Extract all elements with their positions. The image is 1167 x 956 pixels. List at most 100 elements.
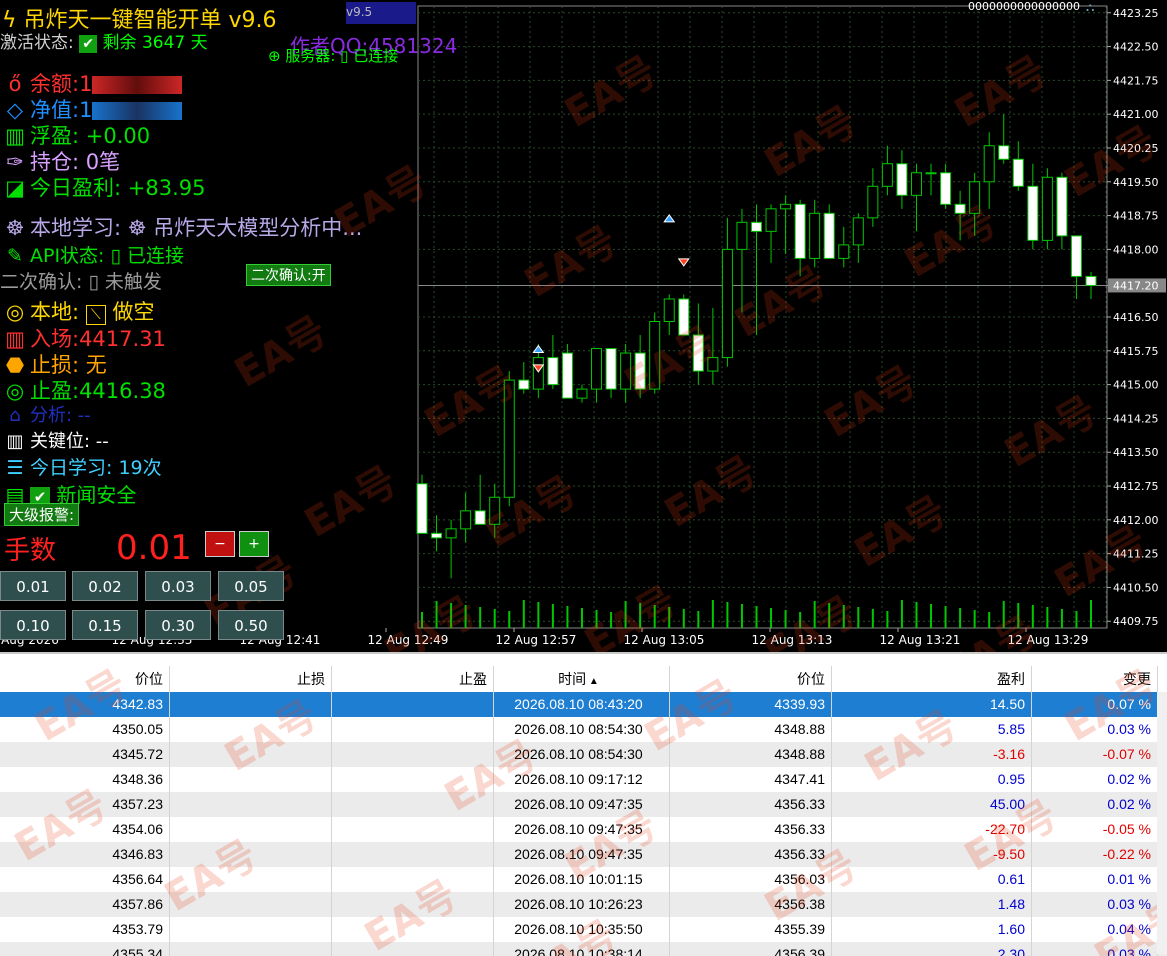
table-row[interactable]: 4357.86 2026.08.10 10:26:23 4356.38 1.48 0.0… [0, 892, 1167, 917]
server-status: 服务器: ▯ 已连接 [285, 47, 399, 65]
table-cell: 4350.05 [4, 717, 170, 742]
table-cell: 1.48 [832, 892, 1032, 917]
column-header[interactable]: 止盈 [332, 666, 494, 692]
local-signal-value: 做空 [112, 300, 155, 324]
lots-plus-button[interactable]: + [239, 531, 269, 557]
table-cell: 4347.41 [670, 767, 832, 792]
y-tick-label: 4420.25 [1113, 142, 1159, 155]
table-cell: 0.02 % [1032, 767, 1158, 792]
candle-bull [721, 248, 733, 359]
x-tick-label: 12 Aug 13:13 [752, 633, 833, 647]
column-header-label: 价位 [135, 671, 163, 687]
y-tick-label: 4413.50 [1113, 446, 1159, 459]
y-tick-label: 4410.50 [1113, 581, 1159, 594]
x-tick-label: 12 Aug 12:49 [368, 633, 449, 647]
vertical-scrollbar[interactable] [1157, 692, 1167, 954]
table-cell: 0.02 % [1032, 792, 1158, 817]
table-row[interactable]: 4342.83 2026.08.10 08:43:20 4339.93 14.50 0.… [0, 692, 1167, 717]
y-tick-label: 4415.75 [1113, 345, 1159, 358]
table-row[interactable]: 4350.05 2026.08.10 08:54:30 4348.88 5.85 0.0… [0, 717, 1167, 742]
table-cell: 2026.08.10 10:35:50 [494, 917, 670, 942]
candle-bull [663, 298, 675, 323]
y-tick-label: 4418.00 [1113, 243, 1159, 256]
candle-bear [751, 221, 762, 232]
key-level: 关键位: -- [30, 431, 109, 452]
activation-row: 激活状态: ✔ 剩余 3647 天 [0, 28, 208, 53]
table-cell: 4346.83 [4, 842, 170, 867]
column-header[interactable]: 盈利 [832, 666, 1032, 692]
lot-button-0.10[interactable]: 0.10 [0, 610, 66, 640]
candle-bull [867, 185, 879, 219]
candle-bull [707, 357, 719, 372]
candle-bull [969, 181, 981, 214]
candle-bull [910, 172, 922, 196]
lot-button-0.01[interactable]: 0.01 [0, 571, 66, 601]
trade-history-table[interactable]: 价位 止损 止盈 时间 ▲ 价位 盈利 变更 4342.83 2026.08.10 08:43… [0, 652, 1167, 956]
entry-chart-icon: ▥ [5, 327, 25, 351]
today-profit-row: ◪ 今日盈利: +83.95 [4, 172, 205, 202]
lot-button-0.02[interactable]: 0.02 [72, 571, 138, 601]
table-cell: 4356.33 [670, 792, 832, 817]
chart-window[interactable]: 4423.25 4422.50 4421.75 4421.00 4420.25 4419.… [0, 0, 1167, 652]
candle-bear [692, 334, 704, 372]
candle-bear [416, 483, 428, 534]
table-cell: -0.07 % [1032, 742, 1158, 767]
table-row[interactable]: 4357.23 2026.08.10 09:47:35 4356.33 45.00 0.… [0, 792, 1167, 817]
table-cell: 4356.03 [670, 867, 832, 892]
candle-bull [576, 388, 588, 399]
lot-button-0.50[interactable]: 0.50 [218, 610, 284, 640]
table-row[interactable]: 4345.72 2026.08.10 08:54:30 4348.88 -3.16 -0… [0, 742, 1167, 767]
lot-button-0.05[interactable]: 0.05 [218, 571, 284, 601]
learning-row: ☸ 本地学习: ☸ 吊炸天大模型分析中... [4, 212, 363, 242]
table-cell: 14.50 [832, 692, 1032, 717]
candle-bear [1070, 235, 1082, 277]
balance-value: 1 [79, 72, 93, 96]
table-row[interactable]: 4346.83 2026.08.10 09:47:35 4356.33 -9.50 -0… [0, 842, 1167, 867]
table-cell: 4357.86 [4, 892, 170, 917]
table-cell [170, 692, 332, 717]
lot-button-0.03[interactable]: 0.03 [145, 571, 211, 601]
y-tick-label: 4415.00 [1113, 379, 1159, 392]
buy-arrow-icon [663, 213, 676, 223]
table-row[interactable]: 4348.36 2026.08.10 09:17:12 4347.41 0.95 0.0… [0, 767, 1167, 792]
alarm-button[interactable]: 大级报警: [4, 503, 80, 526]
table-row[interactable]: 4354.06 2026.08.10 09:47:35 4356.33 -22.70-… [0, 817, 1167, 842]
table-cell: 1.60 [832, 917, 1032, 942]
y-tick-label: 4421.75 [1113, 74, 1159, 87]
column-header[interactable]: 止损 [170, 666, 332, 692]
table-cell: 4348.88 [670, 742, 832, 767]
table-row[interactable]: 4356.64 2026.08.10 10:01:15 4356.03 0.61 0.0… [0, 867, 1167, 892]
second-confirm-button[interactable]: 二次确认:开 [246, 264, 331, 286]
table-cell: 4356.33 [670, 817, 832, 842]
column-header[interactable]: 价位 [670, 666, 832, 692]
column-header[interactable]: 变更 [1032, 666, 1158, 692]
lot-button-0.30[interactable]: 0.30 [145, 610, 211, 640]
candle-bull [620, 352, 632, 390]
candle-bear [1085, 275, 1097, 286]
sell-arrow-icon [677, 258, 690, 267]
lot-button-0.15[interactable]: 0.15 [72, 610, 138, 640]
table-cell [332, 917, 494, 942]
column-header-label: 变更 [1123, 671, 1151, 687]
palette-icon: ☸ [5, 216, 25, 240]
candle-bull [852, 217, 864, 246]
key-chart-icon: ▥ [6, 431, 24, 452]
y-tick-label: 4411.25 [1113, 548, 1159, 561]
table-cell: 0.07 % [1032, 692, 1158, 717]
column-header[interactable]: 价位 [4, 666, 170, 692]
lots-minus-button[interactable]: − [205, 531, 235, 557]
column-header-label: 盈利 [997, 671, 1025, 687]
column-header[interactable]: 时间 ▲ [494, 666, 670, 692]
table-cell [170, 867, 332, 892]
table-cell: 0.03 % [1032, 717, 1158, 742]
activation-label: 激活状态: [0, 33, 74, 53]
table-cell: 4356.38 [670, 892, 832, 917]
candle-bull [591, 348, 603, 390]
today-profit: 今日盈利: +83.95 [30, 176, 206, 200]
y-tick-label: 4412.00 [1113, 514, 1159, 527]
table-row[interactable]: 4353.79 2026.08.10 10:35:50 4355.39 1.60 0.0… [0, 917, 1167, 942]
sort-ascending-icon: ▲ [586, 676, 599, 687]
candle-bear [474, 510, 486, 525]
table-cell [170, 892, 332, 917]
local-signal-row: ◎ 本地: ⟍ 做空 [4, 296, 154, 326]
